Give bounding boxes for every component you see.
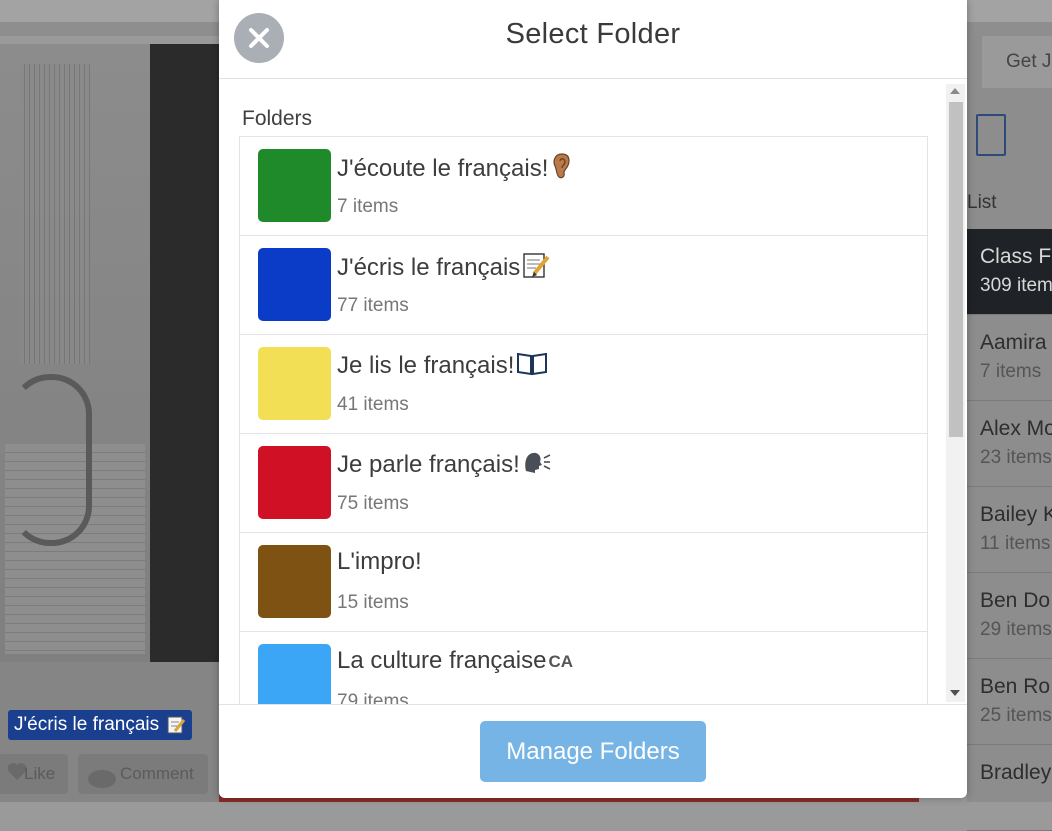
folder-name: L'impro! xyxy=(337,548,422,576)
roster-item-count: 29 items xyxy=(980,619,1052,640)
speaking-head-icon xyxy=(522,449,552,482)
roster-item-count: 11 items xyxy=(980,533,1051,554)
folder-name-text: J'écoute le français! xyxy=(337,154,549,182)
folder-color-swatch xyxy=(258,446,331,519)
manage-folders-button[interactable]: Manage Folders xyxy=(480,721,706,782)
roster-item-name: Ben Ro xyxy=(980,675,1051,698)
memo-icon xyxy=(522,251,550,286)
modal-footer: Manage Folders xyxy=(219,704,967,798)
roster-item-name: Alex Mo xyxy=(980,417,1052,440)
folder-item[interactable]: Je lis le français! 41 items xyxy=(240,335,927,434)
folder-name: Je parle français! xyxy=(337,449,552,482)
roster-item-name: Ben Do xyxy=(980,589,1051,612)
roster-item[interactable]: Bradley xyxy=(967,745,1052,831)
like-label: Like xyxy=(24,764,56,783)
folder-name: J'écoute le français! xyxy=(337,152,574,187)
folder-name-text: J'écris le français xyxy=(337,253,521,281)
roster-item-count: 7 items xyxy=(980,361,1042,382)
folder-item[interactable]: L'impro! 15 items xyxy=(240,533,927,632)
folder-color-swatch xyxy=(258,149,331,222)
scrollbar-thumb[interactable] xyxy=(949,102,963,437)
scroll-down-arrow-icon[interactable] xyxy=(950,690,960,696)
photo-binder xyxy=(150,44,219,662)
folder-name: J'écris le français xyxy=(337,251,550,286)
book-icon[interactable] xyxy=(976,114,1006,156)
comment-button[interactable]: Comment xyxy=(78,754,208,794)
memo-icon xyxy=(167,716,186,734)
book-icon xyxy=(516,350,548,383)
folder-item-count: 79 items xyxy=(337,691,409,704)
folder-item-count: 77 items xyxy=(337,295,409,316)
roster-item[interactable]: Aamira 7 items xyxy=(967,315,1052,401)
roster-item-count: 309 item xyxy=(980,275,1052,296)
folder-item[interactable]: J'écris le français 77 items xyxy=(240,236,927,335)
modal-header: Select Folder xyxy=(219,0,967,79)
folder-color-swatch xyxy=(258,248,331,321)
post-photo xyxy=(0,44,219,662)
folder-item-count: 7 items xyxy=(337,196,399,217)
roster-list-label: List xyxy=(967,192,997,213)
folder-item-count: 15 items xyxy=(337,592,409,613)
roster-item-name: Bradley xyxy=(980,761,1052,784)
photo-handwriting xyxy=(20,64,90,364)
roster-item[interactable]: Alex Mo 23 items xyxy=(967,401,1052,487)
folder-list: J'écoute le français! 7 items J'écris le f… xyxy=(239,136,928,704)
roster-item-name: Bailey K xyxy=(980,503,1052,526)
roster-item[interactable]: Bailey K 11 items xyxy=(967,487,1052,573)
folder-color-swatch xyxy=(258,545,331,618)
roster-item-name: Aamira xyxy=(980,331,1047,354)
roster-item-count: 25 items xyxy=(980,705,1052,726)
modal-body: Folders J'écoute le français! 7 items J'éc… xyxy=(219,79,967,704)
roster-item-count: 23 items xyxy=(980,447,1052,468)
roster-item[interactable]: Class F 309 item xyxy=(967,229,1052,315)
post-folder-tag-label: J'écris le français xyxy=(14,714,160,735)
like-button[interactable]: Like xyxy=(0,754,68,794)
folder-item[interactable]: Je parle français! 75 items xyxy=(240,434,927,533)
folder-item-count: 75 items xyxy=(337,493,409,514)
ear-icon xyxy=(550,152,574,187)
select-folder-modal: Select Folder Folders J'écoute le frança… xyxy=(219,0,967,798)
folder-name-text: Je lis le français! xyxy=(337,351,515,379)
photo-binder-ring xyxy=(10,374,92,546)
folder-item[interactable]: La culture française CA 79 items xyxy=(240,632,927,704)
folder-name-suffix: CA xyxy=(548,651,574,671)
folder-name: Je lis le français! xyxy=(337,350,548,383)
roster-item[interactable]: Ben Do 29 items xyxy=(967,573,1052,659)
folders-section-label: Folders xyxy=(242,107,313,130)
folder-item-count: 41 items xyxy=(337,394,409,415)
comment-label: Comment xyxy=(120,764,194,783)
right-header-button[interactable]: Get Je xyxy=(982,36,1052,88)
folder-list-scrollbar[interactable] xyxy=(946,84,965,702)
roster-item[interactable]: Ben Ro 25 items xyxy=(967,659,1052,745)
modal-title: Select Folder xyxy=(505,18,681,50)
folder-name-text: La culture française xyxy=(337,647,547,674)
post-folder-tag[interactable]: J'écris le français xyxy=(8,710,193,740)
folder-color-swatch xyxy=(258,644,331,704)
roster-item-name: Class F xyxy=(980,245,1052,268)
folder-color-swatch xyxy=(258,347,331,420)
scroll-up-arrow-icon[interactable] xyxy=(950,88,960,94)
folder-name-text: Je parle français! xyxy=(337,450,520,478)
folder-name-text: L'impro! xyxy=(337,548,422,575)
folder-item[interactable]: J'écoute le français! 7 items xyxy=(240,137,927,236)
folder-name: La culture française CA xyxy=(337,647,573,675)
comment-icon xyxy=(86,764,118,804)
